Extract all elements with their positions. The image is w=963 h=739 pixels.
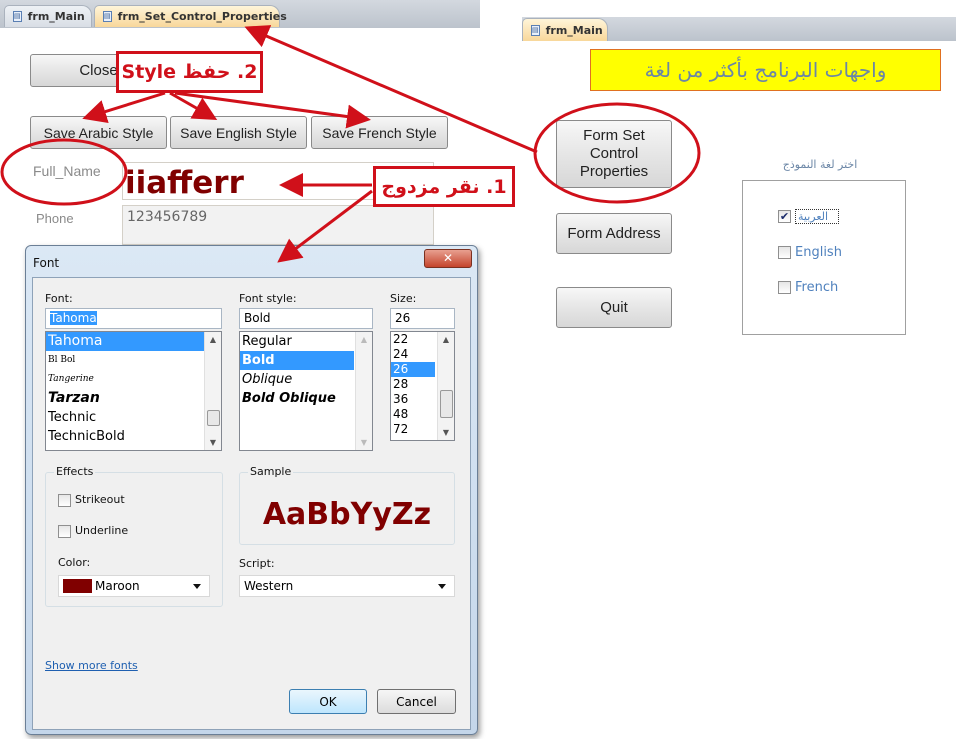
form-title-banner: واجهات البرنامج بأكثر من لغة <box>590 49 941 91</box>
underline-label: Underline <box>75 524 129 537</box>
checkbox-icon <box>778 246 791 259</box>
phone-field[interactable]: 123456789 <box>122 205 434 245</box>
strikeout-label: Strikeout <box>75 493 125 506</box>
checkbox-checked-icon: ✔ <box>778 210 791 223</box>
arrow <box>82 91 166 124</box>
form-address-button[interactable]: Form Address <box>556 213 672 254</box>
effects-label: Effects <box>54 465 96 478</box>
size-list-scrollbar[interactable]: ▲ ▼ <box>437 332 454 440</box>
dialog-body: Font: Tahoma Tahoma Bl Bol Tangerine Tar… <box>32 277 471 730</box>
language-label: اختر لغة النموذج <box>782 158 858 171</box>
checkbox-icon <box>778 281 791 294</box>
script-value: Western <box>244 579 294 593</box>
color-select[interactable]: Maroon <box>58 575 210 597</box>
style-option[interactable]: Bold Oblique <box>240 389 372 408</box>
full-name-label: Full_Name <box>33 163 101 179</box>
font-label: Font: <box>45 292 73 305</box>
tab-label: frm_Main <box>27 10 85 23</box>
font-style-label: Font style: <box>239 292 297 305</box>
phone-value: 123456789 <box>127 209 208 225</box>
style-option[interactable]: Regular <box>240 332 372 351</box>
style-option[interactable]: Oblique <box>240 370 372 389</box>
style-list-scrollbar[interactable]: ▲ ▼ <box>355 332 372 450</box>
color-swatch <box>63 579 92 593</box>
color-label: Color: <box>58 556 91 569</box>
cancel-button[interactable]: Cancel <box>377 689 456 714</box>
form-title: واجهات البرنامج بأكثر من لغة <box>644 58 887 82</box>
font-input[interactable]: Tahoma <box>45 308 222 329</box>
script-select[interactable]: Western <box>239 575 455 597</box>
strikeout-checkbox[interactable]: Strikeout <box>58 493 125 507</box>
font-list-scrollbar[interactable]: ▲ ▼ <box>204 332 221 450</box>
font-dialog: Font ✕ Font: Tahoma Tahoma Bl Bol Tanger… <box>25 245 478 735</box>
size-label: Size: <box>390 292 417 305</box>
font-list[interactable]: Tahoma Bl Bol Tangerine Tarzan Technic T… <box>45 331 222 451</box>
language-option-arabic[interactable]: ✔ العربية <box>778 209 840 224</box>
dialog-title: Font <box>33 256 60 270</box>
sample-text: AaBbYyZz <box>262 497 432 532</box>
color-value: Maroon <box>95 579 140 593</box>
checkbox-icon <box>58 524 71 538</box>
tab-frm-set-control-properties[interactable]: ▤ frm_Set_Control_Properties <box>94 5 287 27</box>
ok-button[interactable]: OK <box>289 689 367 714</box>
quit-button[interactable]: Quit <box>556 287 672 328</box>
arrow <box>169 91 218 120</box>
phone-label: Phone <box>36 211 74 226</box>
form-icon: ▤ <box>531 24 540 36</box>
tab-label: frm_Main <box>545 23 603 37</box>
language-option-english[interactable]: English <box>778 245 842 260</box>
save-english-style-button[interactable]: Save English Style <box>170 116 307 149</box>
sample-label: Sample <box>248 465 294 478</box>
underline-checkbox[interactable]: Underline <box>58 524 128 538</box>
script-label: Script: <box>239 557 275 570</box>
font-input-value: Tahoma <box>50 311 97 325</box>
language-option-french[interactable]: French <box>778 280 838 295</box>
size-list[interactable]: 22 24 26 28 36 48 72 ▲ ▼ <box>390 331 455 441</box>
font-option[interactable]: Technic <box>46 408 221 427</box>
close-icon: ✕ <box>442 251 454 265</box>
font-option[interactable]: TechnicBold <box>46 427 221 446</box>
tab-label: frm_Set_Control_Properties <box>117 10 287 23</box>
chevron-down-icon <box>438 584 446 589</box>
sample-group: Sample AaBbYyZz <box>239 465 455 545</box>
annotation-step-1: 1. نقر مزدوج <box>373 166 515 207</box>
annotation-step-2: 2. حفظ Style <box>116 51 263 93</box>
form-set-control-properties-button[interactable]: Form Set Control Properties <box>556 120 672 188</box>
size-option[interactable]: 26 <box>391 362 435 377</box>
save-french-style-button[interactable]: Save French Style <box>311 116 448 149</box>
show-more-fonts-link[interactable]: Show more fonts <box>45 659 138 672</box>
language-label-english: English <box>795 245 842 260</box>
font-style-list[interactable]: Regular Bold Oblique Bold Oblique ▲ ▼ <box>239 331 373 451</box>
save-arabic-style-button[interactable]: Save Arabic Style <box>30 116 167 149</box>
style-option[interactable]: Bold <box>240 351 354 370</box>
chevron-down-icon <box>193 584 201 589</box>
effects-group: Effects Strikeout Underline Color: Maroo… <box>45 465 223 607</box>
form-icon: ▤ <box>103 11 112 22</box>
tab-frm-main-right[interactable]: ▤ frm_Main <box>522 18 608 41</box>
font-style-input[interactable]: Bold <box>239 308 373 329</box>
full-name-value: iiafferr <box>125 165 244 200</box>
checkbox-icon <box>58 493 71 507</box>
form-icon: ▤ <box>13 11 22 22</box>
size-input[interactable]: 26 <box>390 308 455 329</box>
font-option[interactable]: Bl Bol <box>46 351 221 370</box>
language-label-french: French <box>795 280 839 295</box>
font-option[interactable]: Tahoma <box>46 332 204 351</box>
language-label-arabic: العربية <box>795 209 840 224</box>
font-option[interactable]: Tarzan <box>46 389 221 408</box>
dialog-close-button[interactable]: ✕ <box>424 249 472 268</box>
font-option[interactable]: Tangerine <box>46 370 221 389</box>
tab-frm-main[interactable]: ▤ frm_Main <box>4 5 92 27</box>
